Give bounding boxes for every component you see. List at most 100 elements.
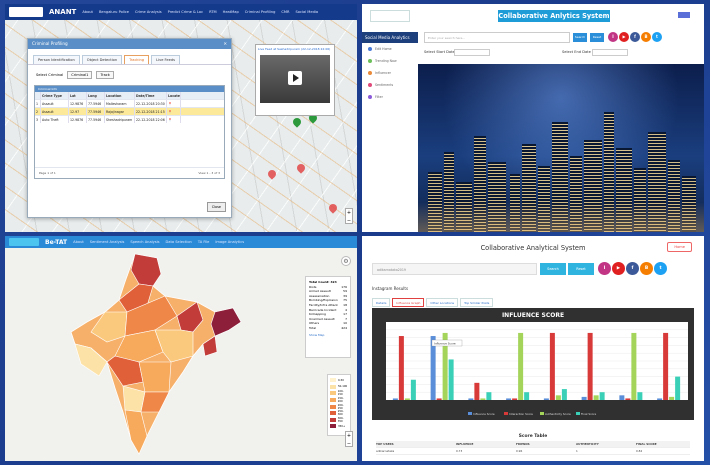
bar-influence-score[interactable] [543, 398, 549, 400]
search-input[interactable]: adikarnataka2019 [372, 263, 537, 275]
locate-pin-icon[interactable]: 📍 [167, 100, 181, 107]
pager-page[interactable]: Page 1 of 1 [39, 171, 56, 175]
tab-top-similar-posts[interactable]: Top Similar Posts [460, 298, 494, 307]
tab-details[interactable]: Details [372, 298, 391, 307]
table-row[interactable]: 3 Auto Theft 12.9876 77.5946 Sheshadripuram 2… [35, 115, 224, 123]
nav-speech-analysis[interactable]: Speech Analysis [130, 240, 159, 244]
blogger-icon[interactable]: B [641, 32, 651, 42]
bar-interaction-score[interactable] [512, 398, 518, 400]
nav-ta-file[interactable]: TA File [198, 240, 210, 244]
legend-swatch[interactable] [504, 412, 508, 415]
bar-authenticity-score[interactable] [518, 332, 524, 400]
table-row[interactable]: 2 Assault 12.97 77.5946 Rajajinagar 22-12-201… [35, 107, 224, 115]
bar-final-score[interactable] [448, 359, 454, 400]
twitter-icon[interactable]: t [652, 32, 662, 42]
locate-pin-icon[interactable]: 📍 [167, 116, 181, 123]
zoom-control[interactable]: + − [345, 431, 353, 447]
sidebar-item-sentiments[interactable]: Sentiments [362, 79, 418, 91]
bar-interaction-score[interactable] [398, 336, 404, 400]
col-location[interactable]: Location [105, 92, 135, 99]
facebook-icon[interactable]: f [630, 32, 640, 42]
nav-rtm[interactable]: RTM [209, 10, 217, 14]
sidebar-item-influencer[interactable]: Influencer [362, 67, 418, 79]
col-long[interactable]: Long [87, 92, 105, 99]
youtube-icon[interactable]: ▶ [612, 262, 625, 275]
bar-interaction-score[interactable] [663, 332, 669, 400]
sidebar-item-trending[interactable]: Trending Now [362, 55, 418, 67]
nav-about[interactable]: About [82, 10, 93, 14]
nav-about[interactable]: About [73, 240, 84, 244]
criminal-select[interactable]: Criminal1 [67, 71, 93, 79]
blogger-icon[interactable]: B [640, 262, 653, 275]
bar-final-score[interactable] [524, 392, 530, 400]
search-input[interactable]: Enter your search here... [424, 32, 570, 43]
bar-authenticity-score[interactable] [480, 398, 486, 400]
bar-influence-score[interactable] [468, 398, 474, 400]
bar-influence-score[interactable] [392, 398, 398, 400]
zoom-control[interactable]: + − [345, 208, 353, 224]
bar-interaction-score[interactable] [549, 332, 555, 400]
nav-sentiment-analysis[interactable]: Sentiment Analysis [90, 240, 125, 244]
bar-influence-score[interactable] [581, 396, 587, 400]
bar-influence-score[interactable] [619, 395, 625, 400]
bar-authenticity-score[interactable] [593, 395, 599, 400]
nav-criminal-profiling[interactable]: Criminal Profiling [245, 10, 276, 14]
nav-image-analytics[interactable]: Image Analytics [215, 240, 244, 244]
locate-pin-icon[interactable]: 📍 [167, 108, 181, 115]
bar-authenticity-score[interactable] [404, 398, 410, 400]
instagram-icon[interactable]: I [598, 262, 611, 275]
bar-interaction-score[interactable] [625, 398, 631, 400]
nav-predict-crime[interactable]: Predict Crime & Loc [168, 10, 203, 14]
track-button[interactable]: Track [96, 71, 114, 79]
nav-cmr[interactable]: CMR [281, 10, 289, 14]
sidebar-item-home[interactable]: Edit Home [362, 43, 418, 55]
sidebar-item-filter[interactable]: Filter [362, 91, 418, 103]
tab-other-locations[interactable]: Other Locations [426, 298, 459, 307]
start-date-input[interactable] [454, 49, 490, 56]
nav-social-media[interactable]: Social Media [295, 10, 318, 14]
nav-data-selection[interactable]: Data Selection [166, 240, 192, 244]
col-crime-type[interactable]: Crime Type [41, 92, 69, 99]
live-feed-video[interactable] [260, 55, 330, 103]
legend-swatch[interactable] [468, 412, 472, 415]
facebook-icon[interactable]: f [626, 262, 639, 275]
close-button[interactable]: Close [206, 202, 226, 212]
bar-interaction-score[interactable] [474, 382, 480, 400]
tab-tracking[interactable]: Tracking [124, 55, 150, 64]
legend-swatch[interactable] [576, 412, 580, 415]
bar-authenticity-score[interactable] [669, 396, 675, 400]
close-icon[interactable]: ✕ [223, 41, 227, 47]
search-button[interactable]: Search [540, 263, 566, 275]
home-button[interactable]: Home [667, 242, 692, 252]
twitter-icon[interactable]: t [654, 262, 667, 275]
bar-interaction-score[interactable] [587, 332, 593, 400]
bar-influence-score[interactable] [657, 398, 663, 400]
bar-authenticity-score[interactable] [555, 395, 561, 400]
end-date-input[interactable] [592, 49, 628, 56]
tab-person-identification[interactable]: Person Identification [33, 55, 80, 64]
tab-object-detection[interactable]: Object Detection [81, 55, 123, 64]
col-datetime[interactable]: Date/Time [135, 92, 167, 99]
settings-gear-icon[interactable]: ⚙ [341, 256, 351, 266]
bar-final-score[interactable] [410, 379, 416, 400]
tab-influence-graph[interactable]: Influence Graph [392, 298, 425, 307]
col-lat[interactable]: Lat [69, 92, 87, 99]
search-button[interactable]: Search [573, 33, 587, 42]
bar-final-score[interactable] [637, 392, 643, 400]
bar-final-score[interactable] [486, 392, 492, 400]
bar-final-score[interactable] [599, 392, 605, 400]
tab-live-feeds[interactable]: Live Feeds [151, 55, 181, 64]
reset-button[interactable]: Reset [568, 263, 594, 275]
show-map-link[interactable]: Show Map [309, 333, 347, 338]
youtube-icon[interactable]: ▶ [619, 32, 629, 42]
instagram-icon[interactable]: I [608, 32, 618, 42]
bar-final-score[interactable] [675, 376, 681, 400]
india-choropleth-map[interactable] [65, 252, 245, 457]
bar-influence-score[interactable] [506, 398, 512, 400]
nav-heatmap[interactable]: HeatMap [223, 10, 239, 14]
bar-interaction-score[interactable] [436, 398, 442, 400]
nav-bengaluru-police[interactable]: Bengaluru Police [99, 10, 129, 14]
bar-authenticity-score[interactable] [631, 332, 637, 400]
bar-final-score[interactable] [561, 389, 567, 400]
table-row[interactable]: 1 Assault 12.9876 77.5946 Mallesharam 22-12-2… [35, 99, 224, 107]
